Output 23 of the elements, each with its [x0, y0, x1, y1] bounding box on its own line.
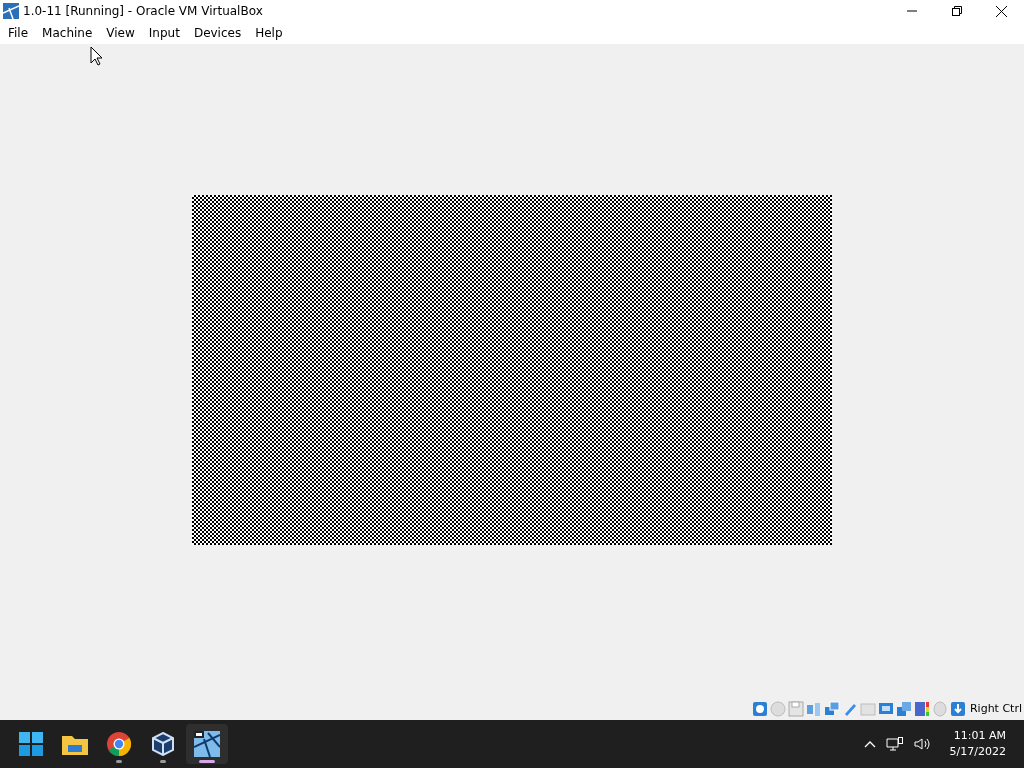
- browser-icon: [107, 732, 131, 756]
- speaker-icon[interactable]: [913, 737, 932, 751]
- menu-item[interactable]: Devices: [186, 26, 249, 40]
- menu-item[interactable]: Machine: [35, 26, 100, 40]
- display-icon[interactable]: [877, 700, 894, 717]
- app-icon: [3, 3, 19, 19]
- clock-time[interactable]: 11:01 AM: [953, 728, 1006, 744]
- vm-window-icon: [194, 731, 220, 757]
- folder-icon: [62, 733, 88, 755]
- window-title: 1.0-11 [Running] - Oracle VM VirtualBox: [23, 4, 264, 18]
- close-icon: [996, 5, 1007, 17]
- clock-date[interactable]: 5/17/2022: [949, 744, 1006, 760]
- windows-logo-icon: [19, 732, 43, 756]
- taskbar-app[interactable]: [186, 724, 228, 764]
- menu-item[interactable]: Help: [248, 26, 290, 40]
- menu-item[interactable]: Input: [141, 26, 187, 40]
- chevron-up-icon[interactable]: [863, 740, 876, 748]
- host-key-label: Right Ctrl: [969, 702, 1022, 715]
- menu-item[interactable]: View: [99, 26, 142, 40]
- cube-icon: [152, 732, 174, 756]
- menu-item[interactable]: File: [1, 26, 36, 40]
- restore-icon: [951, 6, 962, 16]
- mouse-cursor-icon: [90, 46, 103, 66]
